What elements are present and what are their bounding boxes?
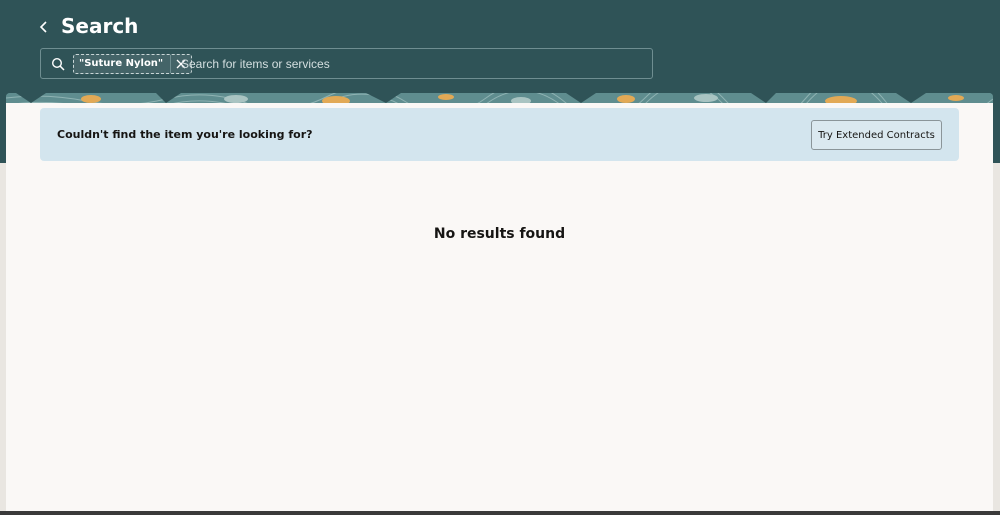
results-panel: Couldn't find the item you're looking fo… xyxy=(6,103,993,515)
chevron-left-icon xyxy=(39,21,47,33)
window-bottom-edge xyxy=(0,511,1000,515)
app-root: Search "Suture Nylon" Search for items o… xyxy=(0,0,1000,515)
try-extended-contracts-button[interactable]: Try Extended Contracts xyxy=(811,120,942,150)
search-bar[interactable]: "Suture Nylon" xyxy=(40,48,653,79)
back-button[interactable] xyxy=(33,16,55,38)
search-input[interactable] xyxy=(181,49,641,78)
search-chip-label: "Suture Nylon" xyxy=(74,55,172,73)
page-title: Search xyxy=(61,14,139,38)
info-banner: Couldn't find the item you're looking fo… xyxy=(40,108,959,161)
search-icon xyxy=(51,57,65,71)
no-results-message: No results found xyxy=(433,226,566,242)
search-filter-chip[interactable]: "Suture Nylon" xyxy=(73,54,193,74)
banner-message: Couldn't find the item you're looking fo… xyxy=(57,128,313,141)
